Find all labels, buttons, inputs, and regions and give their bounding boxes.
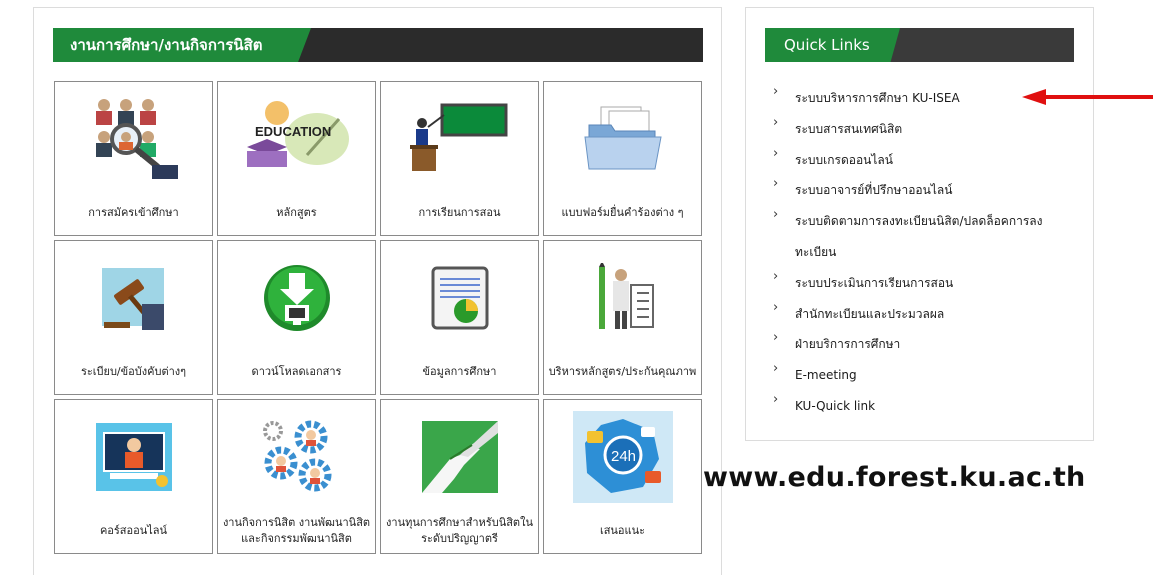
tile-admission[interactable]: การสมัครเข้าศึกษา bbox=[54, 81, 213, 236]
quick-link-teaching-evaluation[interactable]: › ระบบประเมินการเรียนการสอน bbox=[773, 268, 1073, 299]
tile-label: แบบฟอร์มยื่นคำร้องต่าง ๆ bbox=[561, 206, 684, 219]
chevron-right-icon: › bbox=[773, 207, 779, 223]
tile-forms[interactable]: แบบฟอร์มยื่นคำร้องต่าง ๆ bbox=[543, 81, 702, 236]
tile-label: ดาวน์โหลดเอกสาร bbox=[251, 365, 342, 378]
quick-link-ku-quick-link[interactable]: › KU-Quick link bbox=[773, 391, 1073, 422]
quick-link-student-info[interactable]: › ระบบสารสนเทศนิสิต bbox=[773, 114, 1073, 145]
tile-online-course[interactable]: คอร์สออนไลน์ bbox=[54, 399, 213, 554]
education-icon: EDUCATION bbox=[218, 90, 375, 188]
quick-link-grade-online[interactable]: › ระบบเกรดออนไลน์ bbox=[773, 145, 1073, 176]
tile-label: การเรียนการสอน bbox=[418, 206, 501, 219]
menu-grid: การสมัครเข้าศึกษา EDUCATION หลักสูตร การ… bbox=[54, 81, 704, 555]
tile-label: คอร์สออนไลน์ bbox=[99, 524, 168, 537]
tile-label: ข้อมูลการศึกษา bbox=[422, 365, 497, 378]
handshake-icon bbox=[381, 408, 538, 506]
quick-links-header: Quick Links bbox=[765, 28, 1074, 62]
quick-link-registration-tracking[interactable]: › ระบบติดตามการลงทะเบียนนิสิต/ปลดล็อคการล… bbox=[773, 206, 1073, 268]
gavel-icon bbox=[55, 249, 212, 347]
red-arrow-annotation bbox=[1022, 89, 1153, 105]
quick-link-e-meeting[interactable]: › E-meeting bbox=[773, 360, 1073, 391]
teacher-blackboard-icon bbox=[381, 90, 538, 188]
tile-curriculum-quality[interactable]: บริหารหลักสูตร/ประกันคุณภาพ bbox=[543, 240, 702, 395]
chevron-right-icon: › bbox=[773, 268, 779, 284]
tile-student-affairs[interactable]: งานกิจการนิสิต งานพัฒนานิสิต และกิจกรรมพ… bbox=[217, 399, 376, 554]
tile-label: การสมัครเข้าศึกษา bbox=[88, 206, 179, 219]
tile-label: บริหารหลักสูตร/ประกันคุณภาพ bbox=[548, 365, 697, 378]
tile-label: งานทุนการศึกษาสำหรับนิสิตในระดับปริญญาตร… bbox=[386, 516, 533, 545]
download-icon bbox=[218, 249, 375, 347]
chevron-right-icon: › bbox=[773, 145, 779, 161]
quick-links-list: › ระบบบริหารการศึกษา KU-ISEA › ระบบสารสนเท… bbox=[773, 83, 1073, 422]
folder-documents-icon bbox=[544, 90, 701, 188]
section-title: งานการศึกษา/งานกิจการนิสิต bbox=[70, 36, 263, 54]
tile-curriculum[interactable]: EDUCATION หลักสูตร bbox=[217, 81, 376, 236]
tile-label: หลักสูตร bbox=[276, 206, 317, 219]
quick-link-advisor-online[interactable]: › ระบบอาจารย์ที่ปรึกษาออนไลน์ bbox=[773, 175, 1073, 206]
chevron-right-icon: › bbox=[773, 84, 779, 99]
tile-suggestions[interactable]: 24h เสนอแนะ bbox=[543, 399, 702, 554]
quick-links-panel: Quick Links › ระบบบริหารการศึกษา KU-ISEA … bbox=[745, 7, 1094, 441]
online-course-icon bbox=[55, 408, 212, 506]
tile-scholarship[interactable]: งานทุนการศึกษาสำหรับนิสิตในระดับปริญญาตร… bbox=[380, 399, 539, 554]
chevron-right-icon: › bbox=[773, 176, 779, 192]
tile-label: งานกิจการนิสิต งานพัฒนานิสิต และกิจกรรมพ… bbox=[222, 516, 371, 545]
support-24h-text: 24h bbox=[611, 448, 636, 465]
tile-label: เสนอแนะ bbox=[599, 524, 646, 537]
tile-regulations[interactable]: ระเบียบ/ข้อบังคับต่างๆ bbox=[54, 240, 213, 395]
section-header: งานการศึกษา/งานกิจการนิสิต bbox=[53, 28, 703, 62]
checklist-pencil-icon bbox=[544, 249, 701, 347]
support-24h-icon: 24h bbox=[544, 408, 701, 506]
applicants-magnifier-icon bbox=[55, 90, 212, 188]
tile-download[interactable]: ดาวน์โหลดเอกสาร bbox=[217, 240, 376, 395]
chevron-right-icon: › bbox=[773, 361, 779, 377]
quick-links-title: Quick Links bbox=[784, 36, 870, 54]
education-panel: งานการศึกษา/งานกิจการนิสิต การสมัครเข้าศ… bbox=[33, 7, 722, 575]
education-text: EDUCATION bbox=[255, 124, 331, 139]
site-url-text: www.edu.forest.ku.ac.th bbox=[703, 462, 1086, 493]
tile-teaching[interactable]: การเรียนการสอน bbox=[380, 81, 539, 236]
report-chart-icon bbox=[381, 249, 538, 347]
chevron-right-icon: › bbox=[773, 299, 779, 315]
quick-link-education-service[interactable]: › ฝ่ายบริการการศึกษา bbox=[773, 329, 1073, 360]
tile-education-data[interactable]: ข้อมูลการศึกษา bbox=[380, 240, 539, 395]
chevron-right-icon: › bbox=[773, 114, 779, 130]
people-gears-icon bbox=[218, 408, 375, 506]
quick-link-registrar[interactable]: › สำนักทะเบียนและประมวลผล bbox=[773, 299, 1073, 330]
page: งานการศึกษา/งานกิจการนิสิต การสมัครเข้าศ… bbox=[0, 0, 1153, 575]
chevron-right-icon: › bbox=[773, 391, 779, 407]
tile-label: ระเบียบ/ข้อบังคับต่างๆ bbox=[80, 365, 187, 378]
chevron-right-icon: › bbox=[773, 330, 779, 346]
